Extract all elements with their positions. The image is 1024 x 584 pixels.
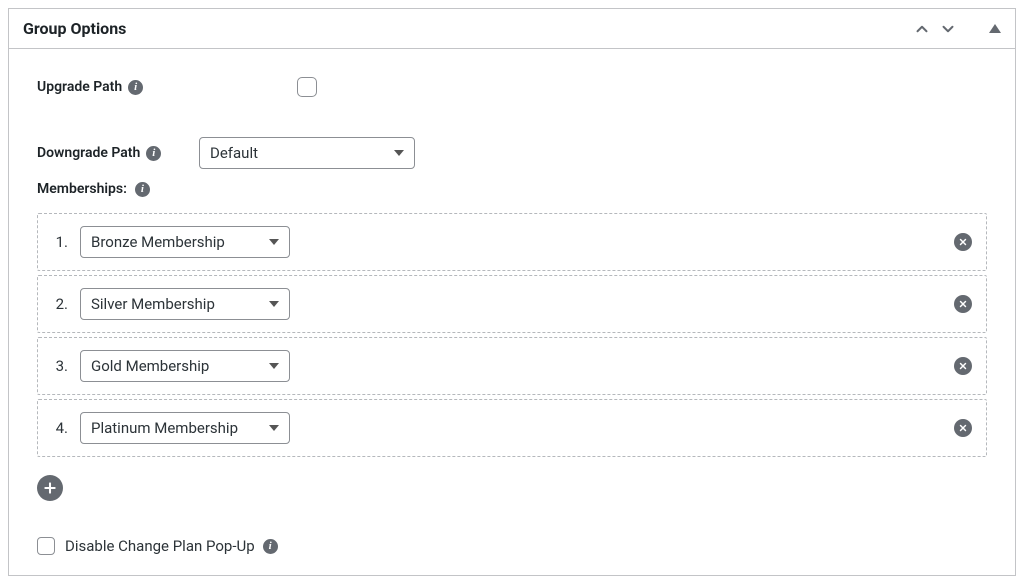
chevron-down-icon <box>269 425 279 431</box>
membership-row[interactable]: 1. Bronze Membership <box>37 213 987 271</box>
membership-select-value: Bronze Membership <box>91 233 225 251</box>
membership-select-value: Platinum Membership <box>91 419 238 437</box>
remove-membership-button[interactable] <box>954 357 972 375</box>
membership-row-left: 4. Platinum Membership <box>52 412 290 444</box>
membership-row-left: 3. Gold Membership <box>52 350 290 382</box>
downgrade-path-label: Downgrade Path i <box>37 145 199 161</box>
chevron-down-icon <box>269 363 279 369</box>
memberships-label: Memberships: i <box>37 181 150 197</box>
add-membership-button[interactable] <box>37 475 63 501</box>
disable-change-plan-row: Disable Change Plan Pop-Up i <box>37 537 987 555</box>
info-icon[interactable]: i <box>128 80 143 95</box>
remove-membership-button[interactable] <box>954 233 972 251</box>
panel-header: Group Options <box>9 9 1015 49</box>
move-up-icon[interactable] <box>913 20 931 38</box>
membership-row-number: 4. <box>52 419 68 437</box>
info-icon[interactable]: i <box>146 146 161 161</box>
membership-row-number: 3. <box>52 357 68 375</box>
downgrade-path-row: Downgrade Path i Default <box>37 137 987 169</box>
upgrade-path-label: Upgrade Path i <box>37 79 187 95</box>
downgrade-path-select-value: Default <box>210 144 258 162</box>
remove-membership-button[interactable] <box>954 419 972 437</box>
downgrade-path-select[interactable]: Default <box>199 137 415 169</box>
info-icon[interactable]: i <box>135 182 150 197</box>
membership-select[interactable]: Bronze Membership <box>80 226 290 258</box>
panel-controls <box>913 20 1001 38</box>
membership-row[interactable]: 2. Silver Membership <box>37 275 987 333</box>
order-controls <box>913 20 957 38</box>
upgrade-path-row: Upgrade Path i <box>37 77 987 97</box>
downgrade-path-label-text: Downgrade Path <box>37 145 140 161</box>
membership-row[interactable]: 3. Gold Membership <box>37 337 987 395</box>
membership-row-left: 2. Silver Membership <box>52 288 290 320</box>
membership-row-number: 2. <box>52 295 68 313</box>
group-options-panel: Group Options Upgrade Path i Downgra <box>8 8 1016 576</box>
chevron-down-icon <box>269 239 279 245</box>
collapse-icon[interactable] <box>989 24 1001 33</box>
memberships-label-text: Memberships: <box>37 181 127 197</box>
upgrade-path-checkbox[interactable] <box>297 77 317 97</box>
upgrade-path-label-text: Upgrade Path <box>37 79 122 95</box>
disable-change-plan-label: Disable Change Plan Pop-Up i <box>65 537 278 555</box>
panel-body: Upgrade Path i Downgrade Path i Default … <box>9 49 1015 575</box>
membership-select[interactable]: Platinum Membership <box>80 412 290 444</box>
membership-select-value: Gold Membership <box>91 357 209 375</box>
panel-title: Group Options <box>23 19 126 38</box>
membership-list: 1. Bronze Membership 2. Silver Membershi… <box>37 213 987 457</box>
disable-change-plan-label-text: Disable Change Plan Pop-Up <box>65 537 255 555</box>
membership-row[interactable]: 4. Platinum Membership <box>37 399 987 457</box>
membership-select[interactable]: Gold Membership <box>80 350 290 382</box>
move-down-icon[interactable] <box>939 20 957 38</box>
remove-membership-button[interactable] <box>954 295 972 313</box>
chevron-down-icon <box>269 301 279 307</box>
membership-row-number: 1. <box>52 233 68 251</box>
membership-select-value: Silver Membership <box>91 295 215 313</box>
membership-select[interactable]: Silver Membership <box>80 288 290 320</box>
membership-row-left: 1. Bronze Membership <box>52 226 290 258</box>
disable-change-plan-checkbox[interactable] <box>37 537 55 555</box>
chevron-down-icon <box>394 150 404 156</box>
info-icon[interactable]: i <box>263 539 278 554</box>
